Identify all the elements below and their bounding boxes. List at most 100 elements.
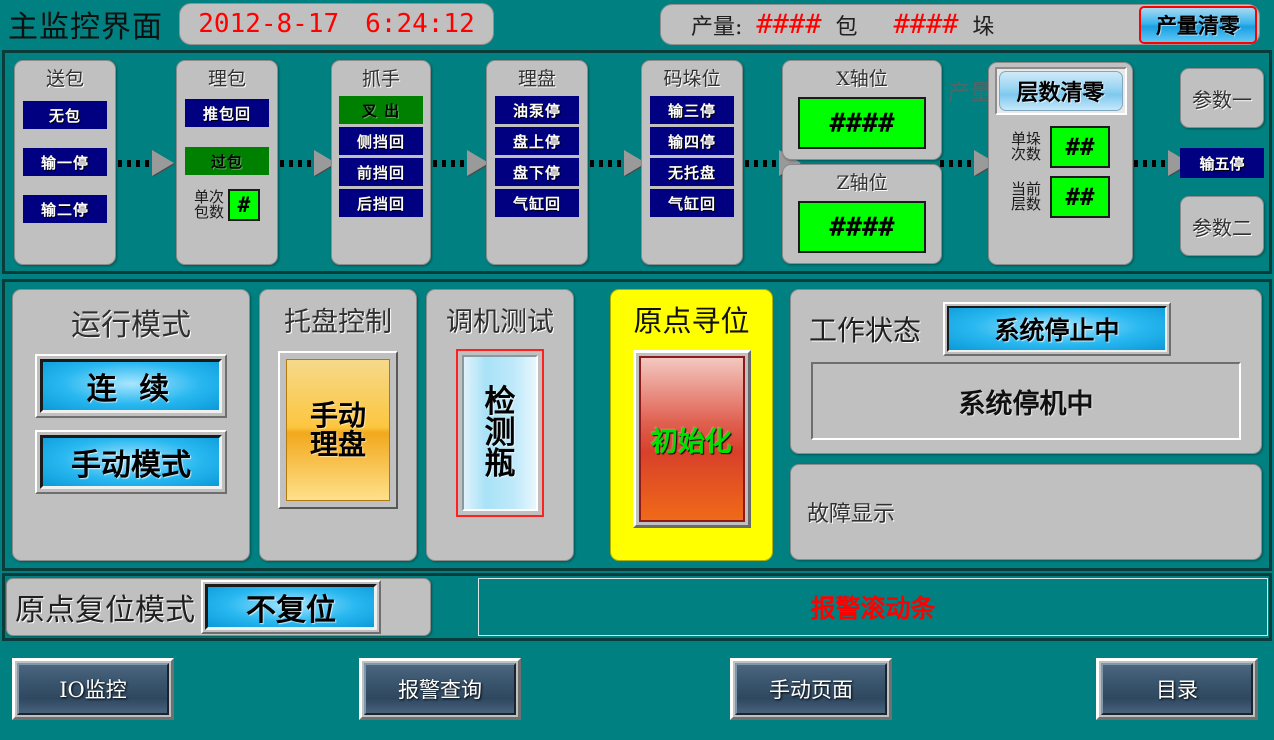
panel-title-gripper: 抓手 [361,68,400,90]
panel-title-tray-sort: 理盘 [517,68,556,90]
flow-arrow-1 [118,150,174,176]
arrow-dots [433,159,467,167]
single-bag-count-value: # [228,189,260,221]
output-bags-value: #### [756,9,822,40]
work-status-title: 工作状态 [809,314,922,347]
panel-work-status: 工作状态 系统停止中 系统停机中 [790,289,1262,454]
panel-tray-sort: 理盘 油泵停 盘上停 盘下停 气缸回 [486,60,588,265]
param-two-label: 参数二 [1192,215,1252,240]
lamp-push-bag-return: 推包回 [185,99,269,127]
current-layer-label: 当前 层数 [1010,180,1041,213]
initialize-button[interactable]: 初始化 [632,350,751,528]
lamp-pass-bag: 过包 [185,147,269,175]
param-two-button[interactable]: 参数二 [1180,196,1264,256]
current-layer-value: ## [1050,176,1110,218]
continuous-mode-button[interactable]: 连 续 [35,354,227,418]
lamp-tray-down-stop: 盘下停 [495,158,579,186]
panel-fault-display: 故障显示 [790,464,1262,560]
clear-output-button[interactable]: 产量清零 [1139,6,1257,44]
panel-z-axis: Z轴位 #### [782,164,942,264]
lamp-cylinder-return-2: 气缸回 [650,189,734,217]
panel-run-mode: 运行模式 连 续 手动模式 [12,289,250,561]
arrow-head-icon [152,150,174,176]
lamp-conveyor3-stop: 输三停 [650,96,734,124]
tray-control-title: 托盘控制 [284,307,392,338]
machine-test-title: 调机测试 [446,307,554,338]
lamp-conveyor1-stop: 输一停 [23,148,107,176]
manual-mode-label: 手动模式 [40,435,222,489]
panel-layer-count: 层数清零 单垛 次数 ## 当前 层数 ## [988,62,1133,265]
menu-label: 目录 [1101,663,1253,715]
manual-tray-button[interactable]: 手动 理盘 [278,351,398,509]
time-value: 6:24:12 [365,9,475,39]
io-monitor-button[interactable]: IO监控 [12,658,174,720]
arrow-dots [590,159,624,167]
lamp-rear-stop-return: 后挡回 [339,189,423,217]
single-bag-count-row: 单次 包数 # [177,189,277,221]
ghost-output-label: 产量 [948,81,993,106]
lamp-conveyor5-stop: 输五停 [1180,148,1264,178]
output-stacks-value: #### [893,9,959,40]
panel-title-x-axis: X轴位 [836,68,888,90]
output-label: 产量: [691,14,743,40]
flow-arrow-3 [433,150,489,176]
io-monitor-label: IO监控 [17,663,169,715]
lamp-fork-out: 叉 出 [339,96,423,124]
lamp-side-stop-return: 侧挡回 [339,127,423,155]
status-badge: 系统停止中 [947,306,1168,352]
panel-palletize-position: 码垛位 输三停 输四停 无托盘 气缸回 [641,60,743,265]
lamp-oil-pump-stop: 油泵停 [495,96,579,124]
output-bags-unit: 包 [835,14,858,40]
panel-sort-bag: 理包 推包回 过包 单次 包数 # [176,60,278,265]
flow-arrow-2 [280,150,336,176]
single-stack-count-value: ## [1050,126,1110,168]
work-status-header: 工作状态 系统停止中 [791,290,1261,356]
panel-machine-test: 调机测试 检 测 瓶 [426,289,574,561]
panel-feed-bag: 送包 无包 输一停 输二停 [14,60,116,265]
work-status-badge-frame: 系统停止中 [943,302,1172,356]
run-mode-title: 运行模式 [71,308,191,343]
panel-x-axis: X轴位 #### [782,60,942,160]
single-stack-count-label: 单垛 次数 [1010,130,1041,163]
output-counter-panel: 产量: #### 包 #### 垛 产量清零 [660,4,1260,45]
date-value: 2012-8-17 [198,9,340,39]
no-reset-button[interactable]: 不复位 [201,580,381,634]
no-reset-label: 不复位 [205,584,377,630]
current-layer-row: 当前 层数 ## [989,176,1132,218]
z-axis-value: #### [798,201,926,253]
datetime-display: 2012-8-17 6:24:12 [179,3,494,45]
alarm-query-label: 报警查询 [364,663,516,715]
lamp-conveyor2-stop: 输二停 [23,195,107,223]
arrow-dots [1134,159,1168,167]
manual-tray-label: 手动 理盘 [286,359,390,501]
initialize-label: 初始化 [638,356,745,522]
arrow-dots [280,159,314,167]
single-bag-count-label: 单次 包数 [193,188,224,221]
lamp-tray-up-stop: 盘上停 [495,127,579,155]
manual-mode-button[interactable]: 手动模式 [35,430,227,494]
manual-page-button[interactable]: 手动页面 [730,658,892,720]
alarm-query-button[interactable]: 报警查询 [359,658,521,720]
status-message: 系统停机中 [811,362,1241,440]
arrow-dots [940,159,974,167]
arrow-dots [745,159,779,167]
param-one-button[interactable]: 参数一 [1180,68,1264,128]
panel-title-feed-bag: 送包 [45,68,84,90]
panel-gripper: 抓手 叉 出 侧挡回 前挡回 后挡回 [331,60,431,265]
home-reset-label: 原点复位模式 [15,593,195,628]
clear-layer-button[interactable]: 层数清零 [998,71,1123,111]
lamp-conveyor4-stop: 输四停 [650,127,734,155]
page-title: 主监控界面 [8,10,163,45]
single-stack-count-row: 单垛 次数 ## [989,126,1132,168]
bottle-detect-label: 检 测 瓶 [462,355,538,511]
panel-home-reset-mode: 原点复位模式 不复位 [6,578,431,636]
flow-arrow-4 [590,150,646,176]
lamp-front-stop-return: 前挡回 [339,158,423,186]
homing-title: 原点寻位 [633,304,750,338]
output-stacks-unit: 垛 [972,14,995,40]
bottle-detect-button[interactable]: 检 测 瓶 [456,349,544,517]
menu-button[interactable]: 目录 [1096,658,1258,720]
arrow-dots [118,159,152,167]
lamp-cylinder-return: 气缸回 [495,189,579,217]
alarm-scroll-bar: 报警滚动条 [478,578,1268,636]
